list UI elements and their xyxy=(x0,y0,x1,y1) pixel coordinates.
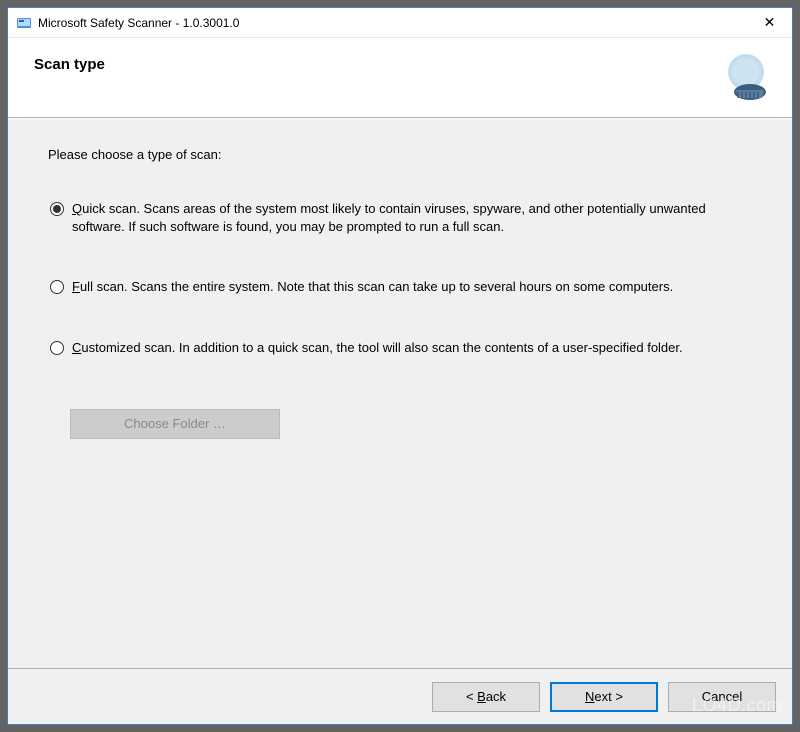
radio-icon xyxy=(50,280,64,294)
window-title: Microsoft Safety Scanner - 1.0.3001.0 xyxy=(38,16,747,30)
scan-type-radio-group: Quick scan. Scans areas of the system mo… xyxy=(48,200,752,357)
next-button[interactable]: Next > xyxy=(550,682,658,712)
radio-option-custom[interactable]: Customized scan. In addition to a quick … xyxy=(50,339,752,357)
wizard-header: Scan type xyxy=(8,38,792,118)
dialog-window: Microsoft Safety Scanner - 1.0.3001.0 ✕ … xyxy=(7,7,793,725)
radio-label-full: Full scan. Scans the entire system. Note… xyxy=(72,278,673,296)
radio-icon xyxy=(50,341,64,355)
choose-folder-button: Choose Folder … xyxy=(70,409,280,439)
radio-label-custom: Customized scan. In addition to a quick … xyxy=(72,339,683,357)
prompt-text: Please choose a type of scan: xyxy=(48,147,752,162)
page-title: Scan type xyxy=(34,56,105,73)
wizard-content: Please choose a type of scan: Quick scan… xyxy=(8,118,792,668)
scanner-icon xyxy=(718,50,774,106)
close-icon: ✕ xyxy=(764,14,776,31)
radio-option-quick[interactable]: Quick scan. Scans areas of the system mo… xyxy=(50,200,752,236)
close-button[interactable]: ✕ xyxy=(747,8,792,37)
back-button[interactable]: < Back xyxy=(432,682,540,712)
titlebar: Microsoft Safety Scanner - 1.0.3001.0 ✕ xyxy=(8,8,792,38)
wizard-footer: < Back Next > Cancel xyxy=(8,668,792,724)
app-icon xyxy=(16,15,32,31)
radio-icon xyxy=(50,202,64,216)
radio-label-quick: Quick scan. Scans areas of the system mo… xyxy=(72,200,712,236)
radio-option-full[interactable]: Full scan. Scans the entire system. Note… xyxy=(50,278,752,296)
cancel-button[interactable]: Cancel xyxy=(668,682,776,712)
